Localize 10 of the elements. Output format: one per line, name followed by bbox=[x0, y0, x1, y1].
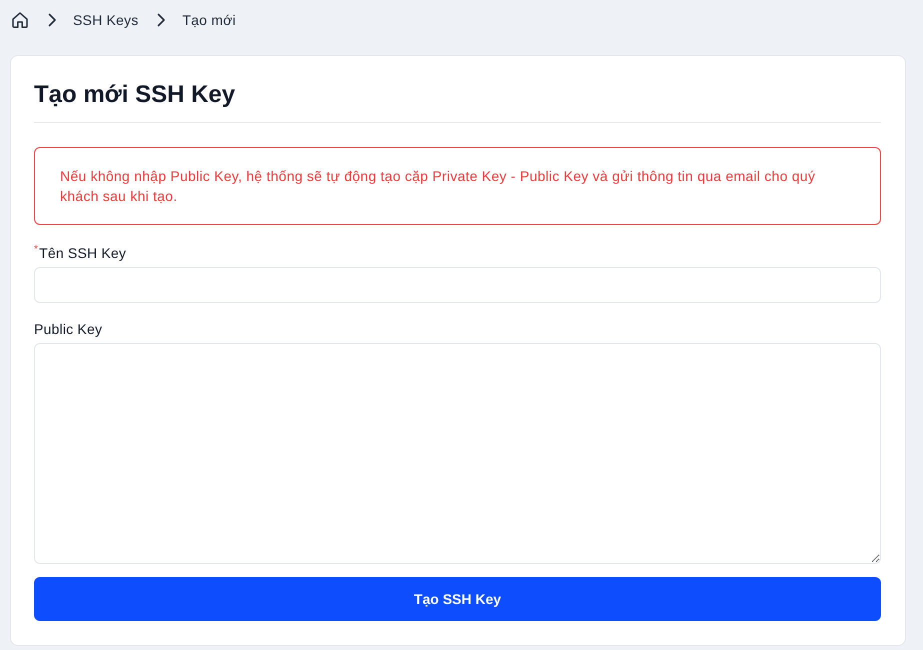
field-label: Public Key bbox=[34, 320, 102, 339]
notice-alert: Nếu không nhập Public Key, hệ thống sẽ tự động tạo cặp Private Key - Public Key và gửi thông tin qua email cho quý khách sau khi tạo. bbox=[34, 147, 881, 225]
breadcrumb-link[interactable]: SSH Keys bbox=[73, 10, 138, 30]
page-title: Tạo mới SSH Key bbox=[34, 80, 236, 110]
submit-button[interactable]: Tạo SSH Key bbox=[34, 577, 881, 621]
input-field[interactable] bbox=[34, 267, 881, 303]
home-icon[interactable] bbox=[11, 11, 29, 29]
field-label: $^{*}$Tên SSH Key bbox=[34, 243, 126, 263]
breadcrumb-link[interactable]: Tạo mới bbox=[182, 10, 236, 30]
textarea-field[interactable] bbox=[34, 343, 881, 564]
